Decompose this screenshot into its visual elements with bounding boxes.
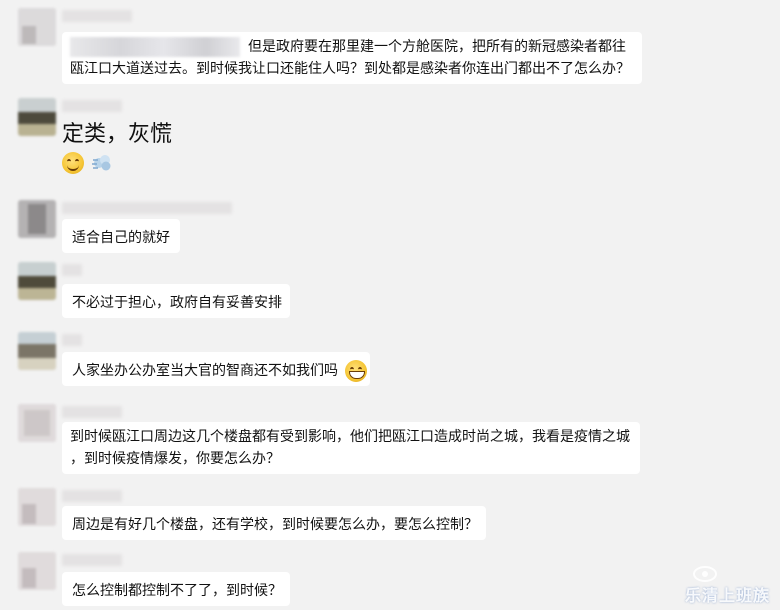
avatar[interactable] xyxy=(18,488,56,526)
watermark: 乐清上班族 xyxy=(684,586,770,605)
message-text: 适合自己的就好 xyxy=(72,230,170,246)
avatar[interactable] xyxy=(18,404,56,442)
redacted-text xyxy=(70,37,240,57)
message-bubble[interactable]: 人家坐办公办室当大官的智商还不如我们吗 xyxy=(62,352,370,386)
emoji-row xyxy=(62,152,113,174)
message-bubble[interactable]: 周边是有好几个楼盘，还有学校，到时候要怎么办，要怎么控制？ xyxy=(62,506,486,540)
avatar[interactable] xyxy=(18,262,56,300)
message-text: 怎么控制都控制不了了，到时候？ xyxy=(72,583,282,599)
message-bubble[interactable]: 适合自己的就好 xyxy=(62,219,180,253)
steam-emoji xyxy=(92,155,111,171)
message-bubble[interactable]: 不必过于担心，政府自有妥善安排 xyxy=(62,284,290,318)
smile-emoji xyxy=(62,152,84,174)
avatar[interactable] xyxy=(18,552,56,590)
avatar[interactable] xyxy=(18,98,56,136)
message-text: 到时候瓯江口周边这几个楼盘都有受到影响，他们把瓯江口造成时尚之城，我看是疫情之城 xyxy=(70,429,630,445)
avatar[interactable] xyxy=(18,8,56,46)
nickname-blurred xyxy=(62,100,122,112)
message-text: 瓯江口大道送过去。到时候我让口还能住人吗？到处都是感染者你连出门都出不了怎么办？ xyxy=(70,61,630,77)
message-text: ，到时候疫情爆发，你要怎么办？ xyxy=(70,451,280,467)
message-bubble[interactable]: 到时候瓯江口周边这几个楼盘都有受到影响，他们把瓯江口造成时尚之城，我看是疫情之城… xyxy=(62,422,640,474)
nickname-blurred xyxy=(62,554,122,566)
nickname-blurred xyxy=(62,334,82,346)
nickname-blurred xyxy=(62,490,122,502)
nickname-blurred xyxy=(62,10,132,22)
watermark-logo-icon xyxy=(693,566,717,582)
message-bubble[interactable]: 怎么控制都控制不了了，到时候？ xyxy=(62,572,290,606)
message-bubble[interactable]: 但是政府要在那里建一个方舱医院，把所有的新冠感染者都往 瓯江口大道送过去。到时候… xyxy=(62,32,642,84)
nickname-blurred xyxy=(62,202,232,214)
avatar[interactable] xyxy=(18,200,56,238)
message-text: 人家坐办公办室当大官的智商还不如我们吗 xyxy=(72,363,338,379)
message-text: 周边是有好几个楼盘，还有学校，到时候要怎么办，要怎么控制？ xyxy=(72,517,478,533)
grin-emoji xyxy=(345,360,368,382)
message-text: 但是政府要在那里建一个方舱医院，把所有的新冠感染者都往 xyxy=(248,39,626,55)
avatar[interactable] xyxy=(18,332,56,370)
message-text-large: 定类，灰慌 xyxy=(62,122,173,147)
nickname-blurred xyxy=(62,264,82,276)
nickname-blurred xyxy=(62,406,122,418)
message-text: 不必过于担心，政府自有妥善安排 xyxy=(72,295,282,311)
